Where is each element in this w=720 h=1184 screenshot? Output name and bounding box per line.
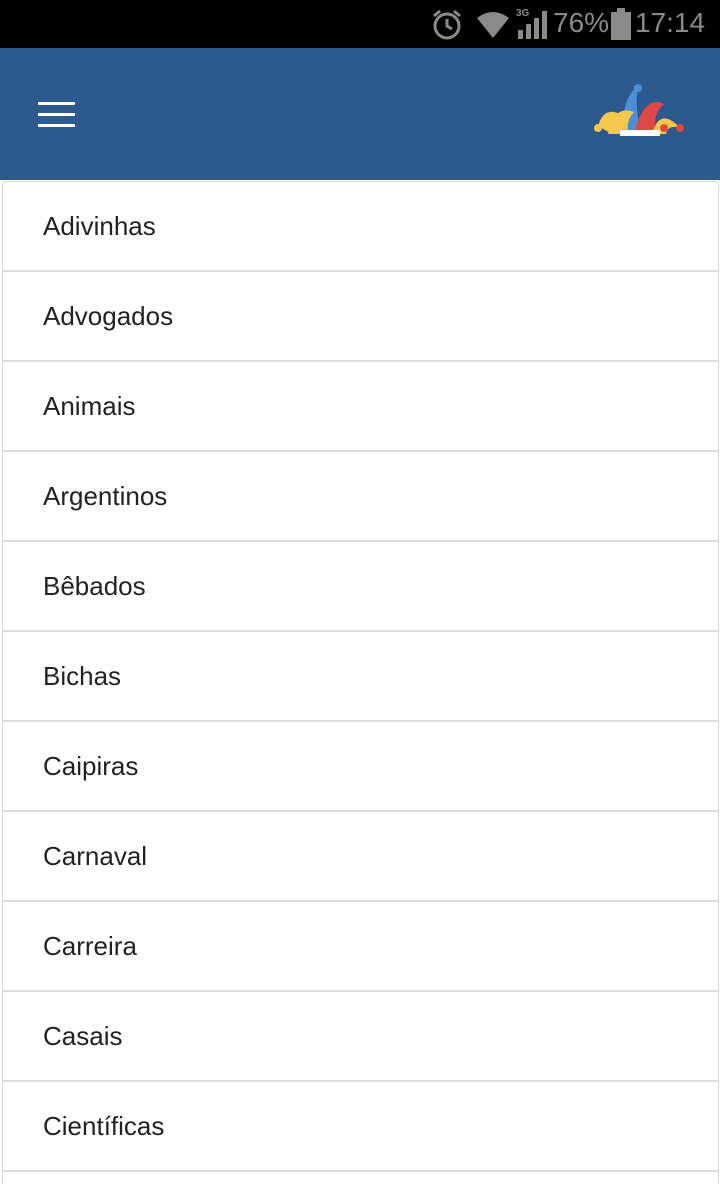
jester-hat-icon [594,84,684,136]
clock: 17:14 [635,7,706,38]
battery-percent: 76% [553,7,610,38]
wifi-icon [477,12,509,38]
list-item-bichas[interactable]: Bichas [3,632,718,722]
list-item-casais[interactable]: Casais [3,992,718,1082]
category-list: Adivinhas Advogados Animais Argentinos B… [2,181,719,1184]
list-item-bebados[interactable]: Bêbados [3,542,718,632]
signal-icon [518,11,547,39]
list-item-advogados[interactable]: Advogados [3,272,718,362]
list-item-adivinhas[interactable]: Adivinhas [3,182,718,272]
list-item-carnaval[interactable]: Carnaval [3,812,718,902]
list-item-argentinos[interactable]: Argentinos [3,452,718,542]
list-item-carreira[interactable]: Carreira [3,902,718,992]
app-bar [0,48,720,180]
status-bar: 3G 76% 17:14 [0,0,720,48]
battery-icon [611,8,631,40]
list-item-animais[interactable]: Animais [3,362,718,452]
list-item-cientificas[interactable]: Científicas [3,1082,718,1172]
alarm-icon [433,9,461,40]
hamburger-menu-icon[interactable] [24,86,88,142]
list-item-caipiras[interactable]: Caipiras [3,722,718,812]
